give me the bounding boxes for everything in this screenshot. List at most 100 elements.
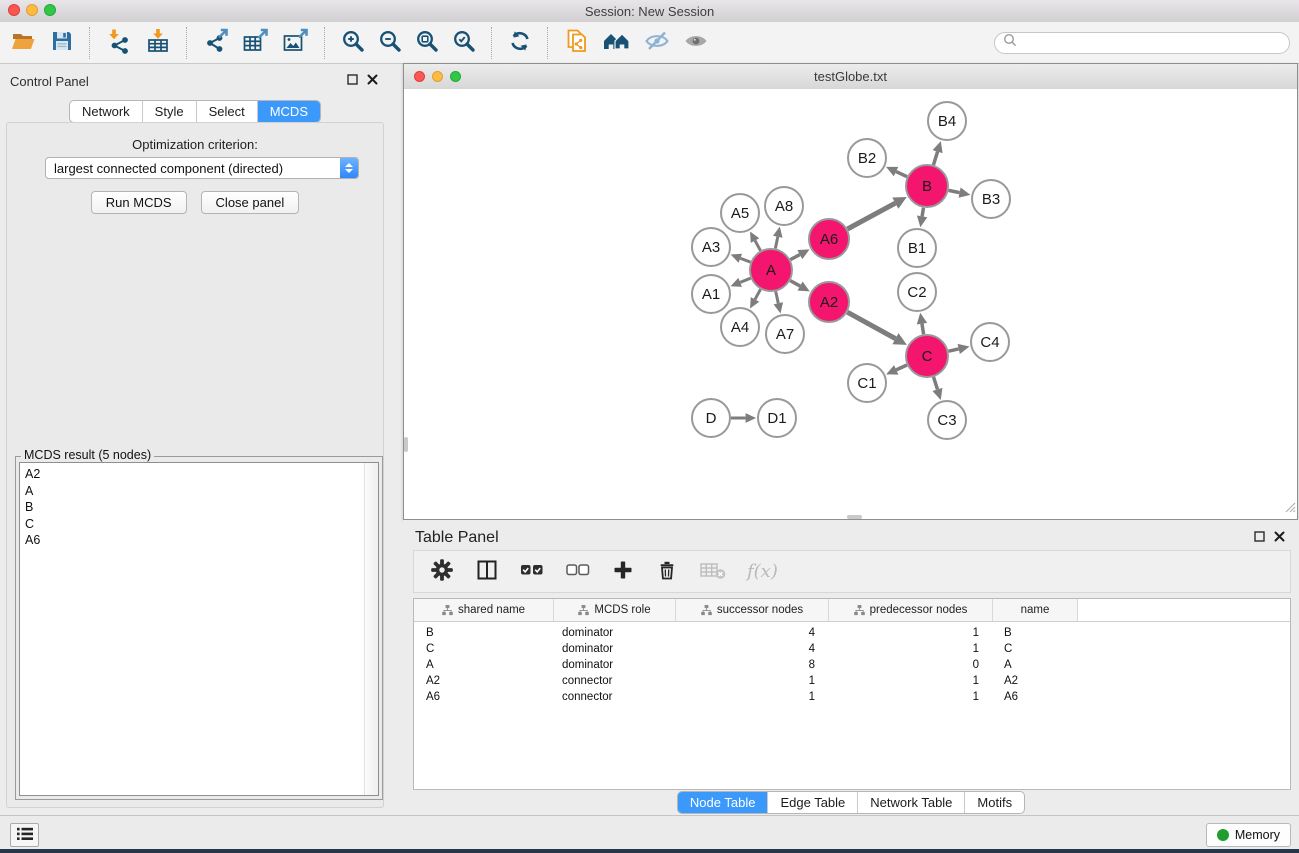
select-all-button[interactable]	[518, 558, 547, 585]
graph-edge-C-C2[interactable]	[922, 324, 924, 335]
window-titlebar[interactable]: Session: New Session	[0, 0, 1299, 23]
graph-edge-A-A2[interactable]	[790, 281, 800, 286]
tab-network-table[interactable]: Network Table	[858, 792, 965, 813]
resize-grip-icon[interactable]	[1283, 500, 1296, 518]
table-row[interactable]: Cdominator41C	[414, 641, 1290, 657]
graph-edge-A-A6[interactable]	[790, 255, 799, 260]
checked-boxes-icon	[520, 560, 545, 583]
list-icon	[15, 825, 35, 846]
table-cell: dominator	[554, 643, 676, 655]
table-row[interactable]: Adominator80A	[414, 657, 1290, 673]
first-neighbors-button[interactable]	[601, 27, 633, 58]
table-row[interactable]: A2connector11A2	[414, 673, 1290, 689]
save-session-button[interactable]	[48, 27, 76, 58]
import-table-button[interactable]	[143, 26, 173, 59]
list-item[interactable]: A	[20, 483, 364, 500]
zoom-selected-button[interactable]	[450, 27, 478, 58]
graph-edge-C-C1[interactable]	[896, 365, 907, 370]
search-input[interactable]	[1022, 35, 1281, 51]
graph-edge-B-B2[interactable]	[896, 172, 907, 177]
hierarchy-icon	[578, 605, 589, 616]
column-header-label: successor nodes	[717, 604, 803, 616]
search-box[interactable]	[994, 32, 1290, 54]
task-history-button[interactable]	[10, 823, 39, 847]
criterion-select[interactable]: largest connected component (directed)	[45, 157, 359, 179]
show-all-button[interactable]	[681, 27, 711, 58]
column-header-successor-nodes[interactable]: successor nodes	[676, 599, 829, 621]
new-network-from-selection-button[interactable]	[562, 26, 592, 59]
add-row-button[interactable]	[610, 557, 636, 586]
close-panel-button[interactable]: Close panel	[201, 191, 300, 214]
zoom-fit-button[interactable]	[413, 27, 441, 58]
hide-selected-button[interactable]	[642, 27, 672, 58]
table-panel-title: Table Panel	[415, 529, 499, 547]
graph-edge-A2-C[interactable]	[847, 312, 895, 338]
list-item[interactable]: A6	[20, 532, 364, 549]
delete-table-button[interactable]	[698, 558, 728, 585]
graph-node-label: C4	[980, 334, 999, 351]
float-panel-icon[interactable]	[347, 72, 358, 90]
list-item[interactable]: C	[20, 516, 364, 533]
tab-style[interactable]: Style	[143, 101, 197, 122]
close-table-panel-icon[interactable]	[1274, 529, 1285, 547]
export-image-button[interactable]	[280, 26, 311, 59]
tab-select[interactable]: Select	[197, 101, 258, 122]
network-canvas[interactable]: B4B2BB3A8A5A6A3B1AA1C2A2A4A7C4CC1C3DD1	[404, 89, 1297, 519]
function-builder-button[interactable]: f(x)	[745, 561, 778, 582]
column-header-shared-name[interactable]: shared name	[414, 599, 554, 621]
float-table-panel-icon[interactable]	[1254, 529, 1265, 547]
graph-edge-A-A8[interactable]	[775, 237, 777, 249]
graph-edge-A-A3[interactable]	[740, 258, 750, 262]
list-item[interactable]: B	[20, 499, 364, 516]
save-floppy-icon	[50, 29, 74, 56]
graph-edge-B-B4[interactable]	[933, 152, 937, 165]
graph-edge-C-C3[interactable]	[934, 377, 938, 389]
graph-edge-A-A7[interactable]	[776, 291, 779, 303]
graph-edge-C-C4[interactable]	[948, 349, 958, 351]
deselect-all-button[interactable]	[564, 558, 593, 585]
table-row[interactable]: A6connector11A6	[414, 689, 1290, 705]
refresh-button[interactable]	[506, 27, 534, 58]
column-header-name[interactable]: name	[993, 599, 1078, 621]
node-table-header-row: shared nameMCDS role successor nodes prede…	[414, 599, 1290, 622]
tab-edge-table[interactable]: Edge Table	[768, 792, 858, 813]
list-item[interactable]: A2	[20, 466, 364, 483]
column-header-mcds-role[interactable]: MCDS role	[554, 599, 676, 621]
graph-edge-A-A5[interactable]	[755, 241, 760, 251]
hierarchy-icon	[854, 605, 865, 616]
zoom-in-button[interactable]	[339, 27, 367, 58]
graph-edge-B-B1[interactable]	[922, 208, 923, 217]
control-panel: Control Panel NetworkStyleSelectMCDS Opt…	[0, 64, 390, 812]
memory-button[interactable]: Memory	[1206, 823, 1291, 847]
delete-table-icon	[700, 560, 726, 583]
graph-edge-A-A1[interactable]	[740, 278, 750, 282]
graph-edge-A-A4[interactable]	[755, 289, 760, 299]
open-session-button[interactable]	[9, 27, 39, 58]
delete-row-button[interactable]	[653, 556, 681, 587]
zoom-out-button[interactable]	[376, 27, 404, 58]
table-cell: A6	[414, 691, 554, 703]
table-cell: 1	[676, 675, 829, 687]
tab-motifs[interactable]: Motifs	[965, 792, 1024, 813]
export-table-button[interactable]	[240, 26, 271, 59]
table-settings-button[interactable]	[428, 556, 456, 587]
table-cell: C	[414, 643, 554, 655]
tab-network[interactable]: Network	[70, 101, 143, 122]
import-network-button[interactable]	[104, 26, 134, 59]
graph-edge-B-B3[interactable]	[949, 190, 960, 192]
column-header-predecessor-nodes[interactable]: predecessor nodes	[829, 599, 993, 621]
export-network-button[interactable]	[201, 26, 231, 59]
table-row[interactable]: Bdominator41B	[414, 625, 1290, 641]
tab-node-table[interactable]: Node Table	[678, 792, 769, 813]
close-panel-icon[interactable]	[367, 72, 378, 90]
result-scrollbar[interactable]	[364, 463, 378, 795]
graph-edge-A6-B[interactable]	[847, 203, 895, 229]
table-cell: A	[993, 659, 1078, 671]
toggle-columns-button[interactable]	[473, 556, 501, 587]
toolbar-separator	[89, 27, 91, 59]
tab-mcds[interactable]: MCDS	[258, 101, 320, 122]
canvas-vertical-scroll-thumb[interactable]	[404, 437, 408, 452]
canvas-horizontal-scroll-thumb[interactable]	[847, 515, 862, 519]
run-mcds-button[interactable]: Run MCDS	[91, 191, 187, 214]
network-window-titlebar[interactable]: testGlobe.txt	[404, 64, 1297, 90]
